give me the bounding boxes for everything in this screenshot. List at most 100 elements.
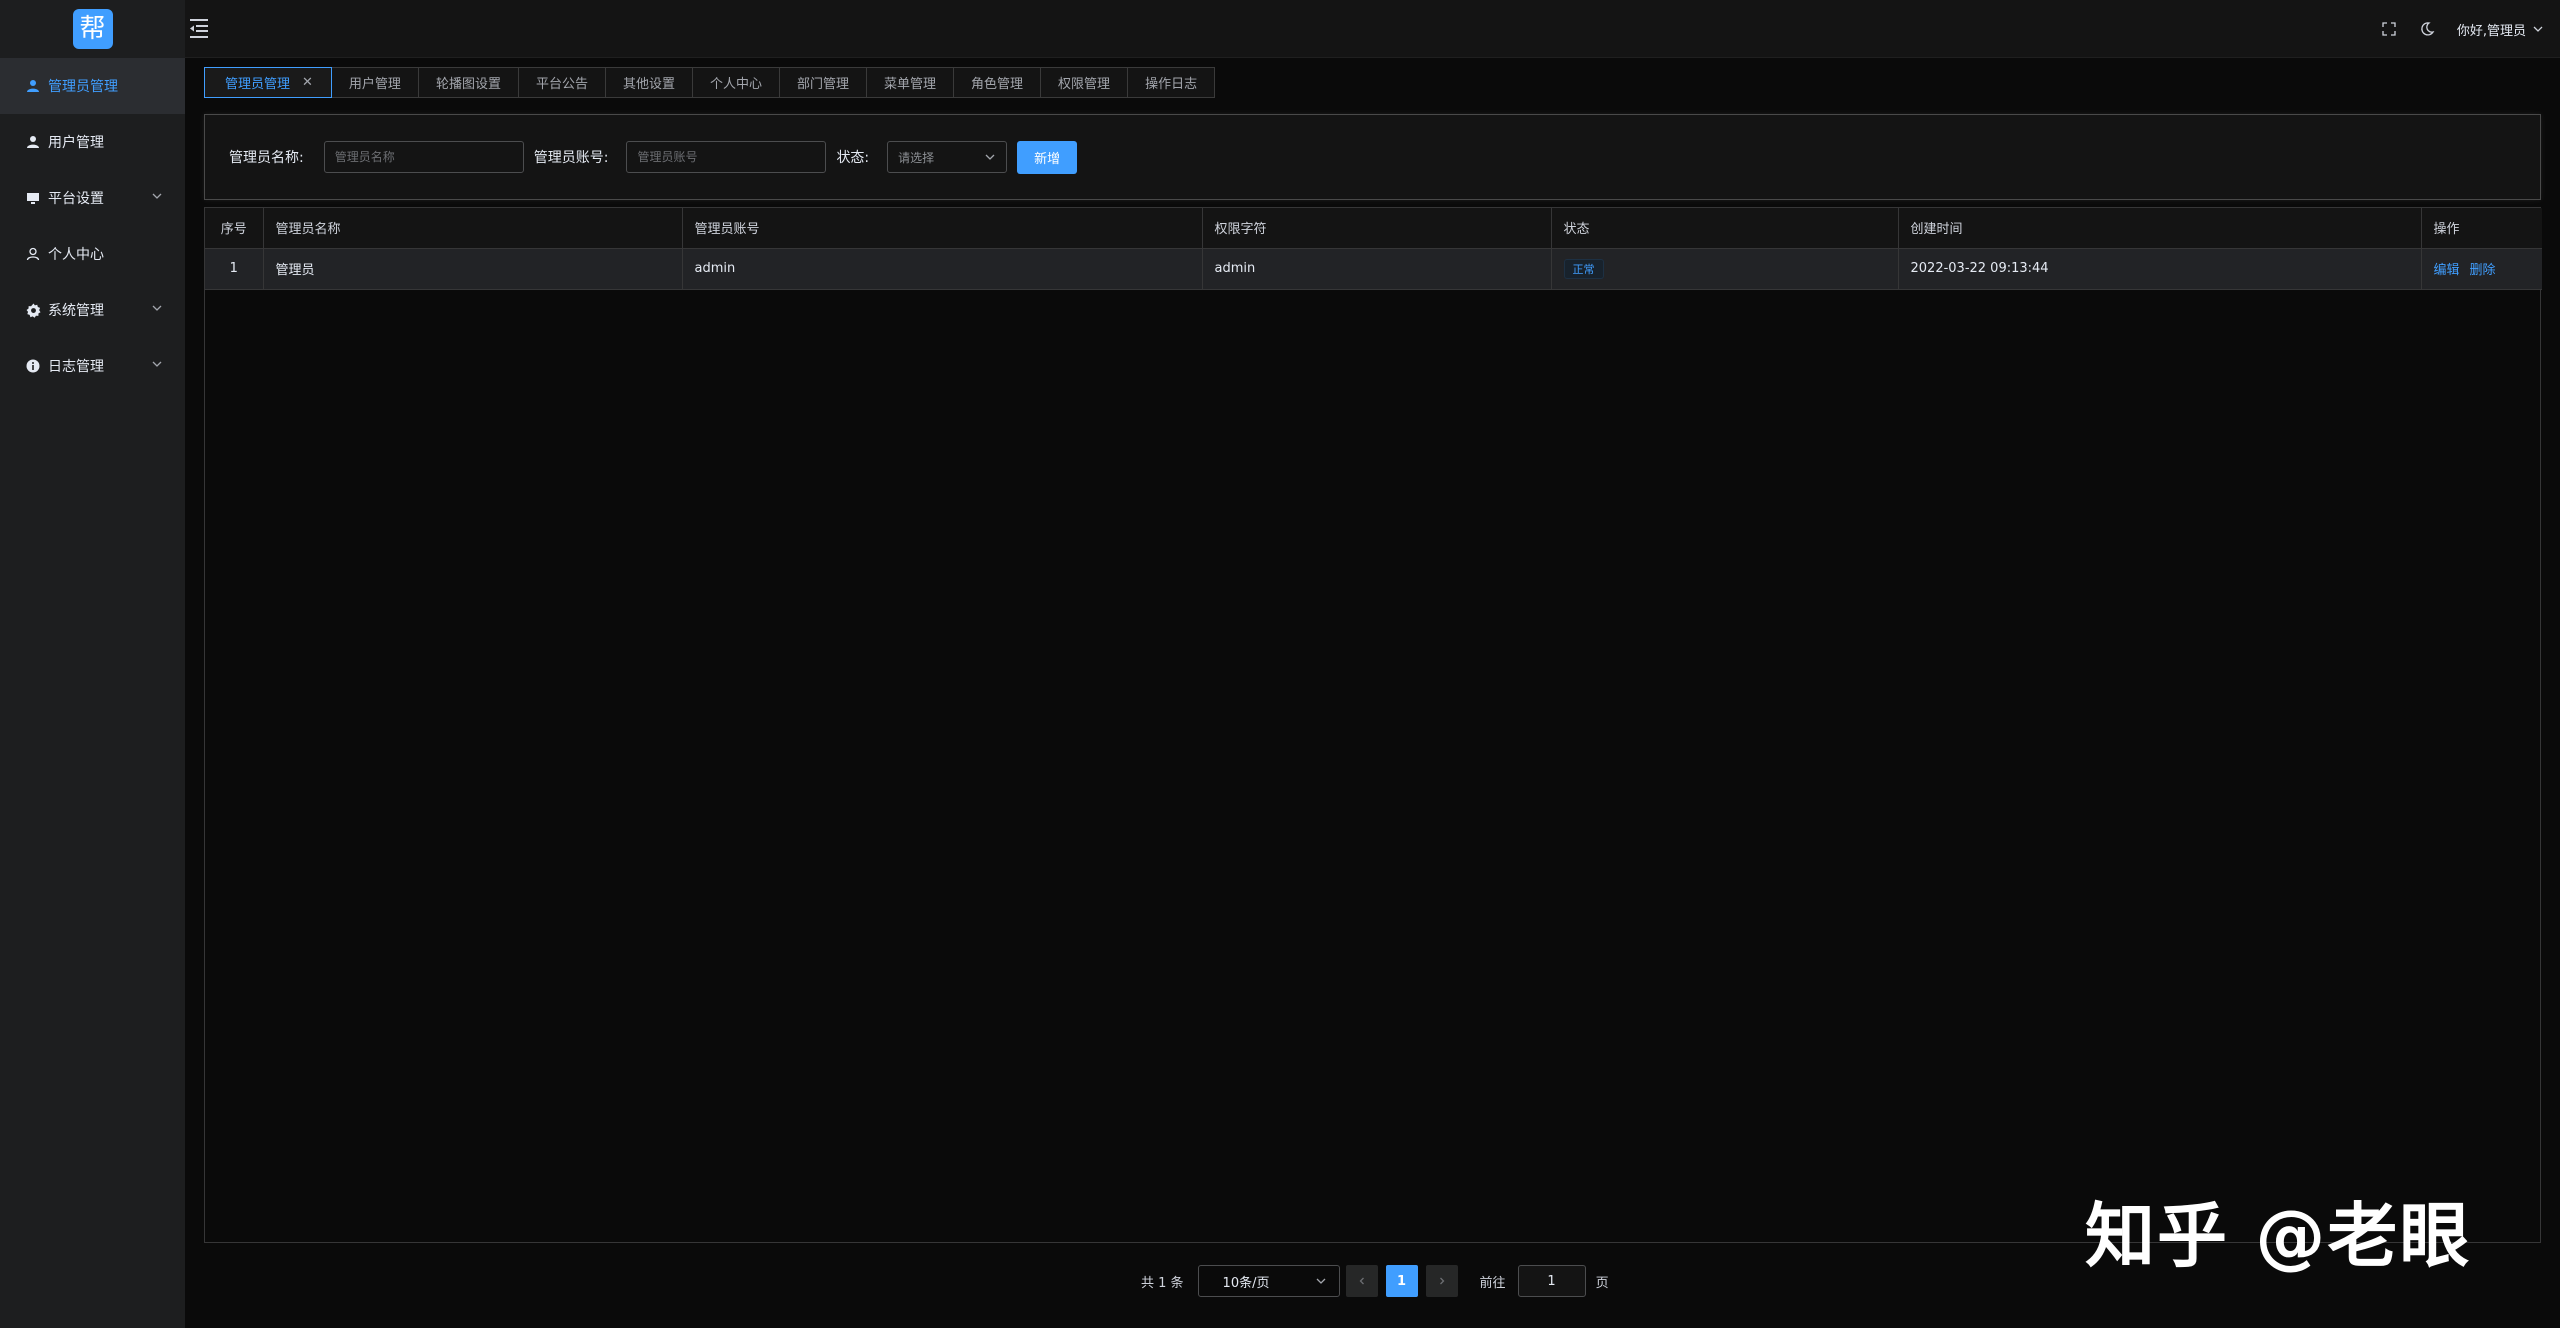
page-size-select[interactable]: 10条/页 bbox=[1197, 1265, 1340, 1297]
sidebar-item-label: 管理员管理 bbox=[48, 79, 118, 95]
chevron-down-icon bbox=[1316, 1278, 1326, 1284]
page-number-button[interactable]: 1 bbox=[1385, 1265, 1418, 1297]
sidebar-item-label: 个人中心 bbox=[48, 247, 104, 263]
tab-admin-management[interactable]: 管理员管理 ✕ bbox=[204, 67, 332, 98]
chevron-down-icon bbox=[2533, 26, 2543, 32]
column-header: 管理员名称 bbox=[263, 208, 683, 249]
sidebar-item-user-management[interactable]: 用户管理 bbox=[0, 114, 185, 170]
chevron-right-icon bbox=[1439, 1277, 1444, 1285]
app-logo[interactable]: 帮 bbox=[72, 9, 113, 49]
status-label: 状态: bbox=[836, 150, 870, 166]
search-form: 管理员名称: 管理员账号: 状态: 请选择 新增 bbox=[204, 114, 2541, 200]
user-filled-icon bbox=[24, 77, 42, 95]
header-actions: 你好,管理员 bbox=[2381, 0, 2544, 58]
column-header: 操作 bbox=[2421, 208, 2542, 249]
tab-operation-log[interactable]: 操作日志 bbox=[1128, 67, 1216, 98]
column-header: 权限字符 bbox=[1202, 208, 1552, 249]
tab-label: 用户管理 bbox=[348, 77, 401, 92]
monitor-icon bbox=[24, 189, 42, 207]
tab-label: 轮播图设置 bbox=[435, 77, 501, 92]
tab-label: 个人中心 bbox=[709, 77, 762, 92]
tab-user-management[interactable]: 用户管理 bbox=[331, 67, 419, 98]
delete-link[interactable]: 删除 bbox=[2470, 263, 2496, 278]
admin-table: 序号 管理员名称 管理员账号 权限字符 状态 创建时间 操作 1 管理员 adm… bbox=[204, 207, 2542, 1243]
sidebar-item-label: 用户管理 bbox=[48, 135, 104, 151]
sidebar-item-label: 平台设置 bbox=[48, 191, 104, 207]
status-select-placeholder: 请选择 bbox=[898, 150, 935, 165]
cell-status: 正常 bbox=[1551, 248, 1899, 290]
sidebar-item-log-management[interactable]: 日志管理 bbox=[0, 338, 185, 394]
tab-label: 其他设置 bbox=[622, 77, 675, 92]
fullscreen-icon[interactable] bbox=[2381, 21, 2397, 37]
cell-index: 1 bbox=[205, 248, 264, 290]
cell-permission: admin bbox=[1202, 248, 1552, 290]
tab-label: 权限管理 bbox=[1058, 77, 1111, 92]
sidebar-collapse-icon[interactable] bbox=[187, 15, 211, 41]
tab-label: 部门管理 bbox=[797, 77, 850, 92]
sidebar-item-personal-center[interactable]: 个人中心 bbox=[0, 226, 185, 282]
user-greeting: 你好,管理员 bbox=[2456, 23, 2526, 39]
column-header: 状态 bbox=[1551, 208, 1899, 249]
moon-icon[interactable] bbox=[2419, 21, 2435, 37]
sidebar-item-platform-settings[interactable]: 平台设置 bbox=[0, 170, 185, 226]
chevron-down-icon bbox=[985, 154, 995, 160]
user-filled-icon bbox=[24, 133, 42, 151]
tab-label: 角色管理 bbox=[971, 77, 1024, 92]
sidebar-menu: 管理员管理 用户管理 平台设置 个人中心 系统管理 日志管理 bbox=[0, 58, 185, 394]
chevron-down-icon bbox=[152, 193, 162, 199]
top-header: 你好,管理员 bbox=[185, 0, 2560, 58]
tab-carousel-settings[interactable]: 轮播图设置 bbox=[418, 67, 519, 98]
sidebar-item-label: 系统管理 bbox=[48, 303, 104, 319]
chevron-down-icon bbox=[152, 361, 162, 367]
tab-label: 操作日志 bbox=[1145, 77, 1198, 92]
user-outline-icon bbox=[24, 245, 42, 263]
info-icon bbox=[24, 357, 42, 375]
prev-page-button[interactable] bbox=[1345, 1265, 1378, 1297]
tab-other-settings[interactable]: 其他设置 bbox=[605, 67, 693, 98]
tab-bar: 管理员管理 ✕ 用户管理 轮播图设置 平台公告 其他设置 个人中心 部门管理 菜… bbox=[204, 67, 1216, 98]
chevron-down-icon bbox=[152, 305, 162, 311]
add-admin-button[interactable]: 新增 bbox=[1017, 140, 1078, 174]
pagination-total: 共 1 条 bbox=[1141, 1275, 1184, 1291]
column-header: 序号 bbox=[205, 208, 264, 249]
user-dropdown[interactable]: 你好,管理员 bbox=[2457, 20, 2544, 39]
admin-name-label: 管理员名称: bbox=[229, 150, 304, 166]
cell-account: admin bbox=[682, 248, 1203, 290]
page-suffix: 页 bbox=[1595, 1275, 1609, 1291]
goto-page-input[interactable] bbox=[1517, 1265, 1586, 1297]
close-icon[interactable]: ✕ bbox=[302, 75, 313, 90]
admin-name-input[interactable] bbox=[323, 141, 524, 173]
sidebar-item-label: 日志管理 bbox=[48, 359, 104, 375]
goto-label: 前往 bbox=[1479, 1275, 1506, 1291]
admin-account-label: 管理员账号: bbox=[533, 150, 609, 166]
tab-label: 管理员管理 bbox=[225, 77, 291, 92]
tab-personal-center[interactable]: 个人中心 bbox=[692, 67, 780, 98]
cell-name: 管理员 bbox=[263, 248, 683, 290]
chevron-left-icon bbox=[1359, 1277, 1364, 1285]
column-header: 管理员账号 bbox=[682, 208, 1203, 249]
tab-label: 平台公告 bbox=[535, 77, 588, 92]
status-badge: 正常 bbox=[1563, 258, 1604, 279]
gear-icon bbox=[24, 301, 42, 319]
logo-area: 帮 bbox=[0, 0, 185, 58]
sidebar-item-system-management[interactable]: 系统管理 bbox=[0, 282, 185, 338]
sidebar-item-admin-management[interactable]: 管理员管理 bbox=[0, 58, 185, 114]
column-header: 创建时间 bbox=[1898, 208, 2422, 249]
table-header-row: 序号 管理员名称 管理员账号 权限字符 状态 创建时间 操作 bbox=[205, 208, 2542, 249]
tab-department-management[interactable]: 部门管理 bbox=[780, 67, 868, 98]
table-row[interactable]: 1 管理员 admin admin 正常 2022-03-22 09:13:44… bbox=[205, 248, 2542, 290]
tab-permission-management[interactable]: 权限管理 bbox=[1041, 67, 1129, 98]
tab-role-management[interactable]: 角色管理 bbox=[954, 67, 1042, 98]
tab-platform-notice[interactable]: 平台公告 bbox=[518, 67, 606, 98]
next-page-button[interactable] bbox=[1425, 1265, 1458, 1297]
tab-menu-management[interactable]: 菜单管理 bbox=[867, 67, 955, 98]
sidebar: 帮 管理员管理 用户管理 平台设置 个人中心 系统管理 日志管理 bbox=[0, 0, 185, 1328]
admin-account-input[interactable] bbox=[626, 141, 827, 173]
watermark: 知乎 @老眼 bbox=[2085, 1195, 2472, 1277]
pagination: 共 1 条 10条/页 1 前往 页 bbox=[1141, 1265, 1609, 1297]
cell-created: 2022-03-22 09:13:44 bbox=[1898, 248, 2422, 290]
edit-link[interactable]: 编辑 bbox=[2434, 263, 2460, 278]
page-size-value: 10条/页 bbox=[1222, 1275, 1270, 1291]
status-select[interactable]: 请选择 bbox=[887, 141, 1008, 173]
cell-actions: 编辑 删除 bbox=[2421, 248, 2542, 290]
